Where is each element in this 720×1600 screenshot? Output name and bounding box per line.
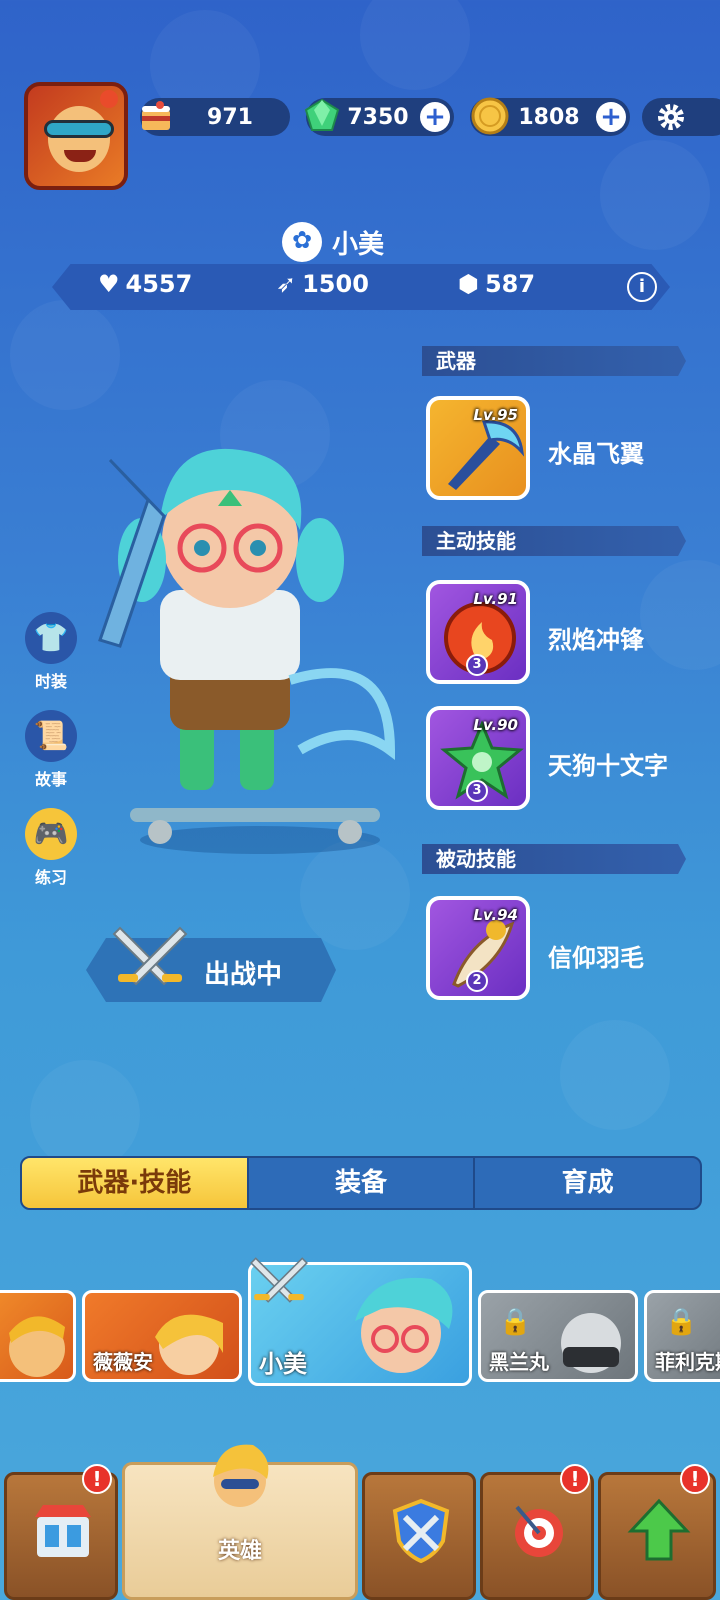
weapon-name: 水晶飞翼: [548, 440, 644, 468]
roster-hero-partial[interactable]: [0, 1290, 76, 1382]
info-icon[interactable]: i: [627, 272, 657, 302]
active-skill-2-name: 天狗十文字: [548, 752, 668, 780]
defense-stat: ⬢ 587: [458, 270, 535, 298]
active-skill-2-count: 3: [466, 780, 488, 802]
gem-icon: [304, 98, 340, 131]
passive-skill-section-header: 被动技能: [422, 844, 686, 874]
upgrade-alert-badge: !: [680, 1464, 710, 1494]
nav-heroes-label: 英雄: [218, 1539, 263, 1564]
hero-class-icon: [282, 222, 322, 262]
roster-hero-name: 黑兰丸: [489, 1350, 549, 1374]
hero-character-model: [98, 448, 396, 854]
shirt-icon: 👕: [25, 612, 77, 664]
upgrade-arrow-icon: [627, 1498, 691, 1561]
add-coins-button[interactable]: +: [596, 102, 626, 132]
player-avatar[interactable]: [24, 82, 128, 190]
defense-value: 587: [484, 270, 536, 298]
tab-weapon-skill[interactable]: 武器·技能: [22, 1158, 249, 1208]
tab-equipment[interactable]: 装备: [249, 1158, 476, 1208]
hp-value: 4557: [125, 270, 193, 298]
passive-skill-1-count: 2: [466, 970, 488, 992]
tab-training[interactable]: 育成: [475, 1158, 700, 1208]
coin-icon: [471, 97, 509, 135]
lock-icon: 🔒: [665, 1307, 698, 1337]
active-skill-1-level: Lv.91: [473, 590, 518, 608]
hero-title: 小美: [282, 222, 384, 262]
story-button[interactable]: 📜 故事: [24, 710, 78, 790]
shield-icon: ⬢: [458, 270, 479, 298]
cake-icon: [142, 101, 170, 130]
selected-swords-icon: [250, 1257, 308, 1303]
active-skill-1-count: 3: [466, 654, 488, 676]
crossed-swords-icon: [112, 926, 188, 986]
shop-alert-badge: !: [82, 1464, 112, 1494]
lock-icon: 🔒: [499, 1307, 532, 1337]
weapon-section-header: 武器: [422, 346, 686, 376]
hero-name: 小美: [332, 229, 385, 260]
nav-heroes-button[interactable]: [122, 1444, 358, 1600]
feather-icon: ➶: [276, 270, 297, 298]
practice-button[interactable]: 🎮 练习: [24, 808, 78, 888]
passive-skill-1-level: Lv.94: [473, 906, 518, 924]
story-label: 故事: [34, 770, 67, 789]
active-skill-card-2[interactable]: Lv.90 3: [426, 706, 530, 810]
practice-label: 练习: [34, 868, 67, 887]
attack-value: 1500: [302, 270, 369, 298]
book-icon: 📜: [25, 710, 77, 762]
add-gems-button[interactable]: +: [420, 102, 450, 132]
settings-button[interactable]: [642, 98, 720, 136]
roster-hero-felix-locked[interactable]: 🔒 菲利克斯: [644, 1290, 720, 1382]
passive-skill-card-1[interactable]: Lv.94 2: [426, 896, 530, 1000]
roster-hero-kuroranmaru-locked[interactable]: 🔒 黑兰丸: [478, 1290, 638, 1382]
weapon-card[interactable]: Lv.95: [426, 396, 530, 500]
hero-tabs: 武器·技能 装备 育成: [20, 1156, 702, 1210]
roster-hero-vivian[interactable]: 薇薇安: [82, 1290, 242, 1382]
hero-portrait: [9, 1316, 65, 1377]
active-skill-1-name: 烈焰冲锋: [548, 626, 644, 654]
fashion-label: 时装: [34, 672, 67, 691]
passive-skill-1-name: 信仰羽毛: [548, 944, 644, 972]
gear-icon: [658, 104, 684, 130]
active-skill-card-1[interactable]: Lv.91 3: [426, 580, 530, 684]
active-skill-section-header: 主动技能: [422, 526, 686, 556]
gamepad-icon: 🎮: [25, 808, 77, 860]
active-skill-2-level: Lv.90: [473, 716, 518, 734]
shield-swords-icon: [392, 1498, 450, 1564]
in-battle-label: 出战中: [204, 960, 283, 990]
weapon-level: Lv.95: [473, 406, 518, 424]
attack-stat: ➶ 1500: [276, 270, 369, 298]
roster-hero-name: 薇薇安: [93, 1350, 153, 1374]
roster-hero-name: 菲利克斯: [655, 1350, 720, 1374]
fashion-button[interactable]: 👕 时装: [24, 612, 78, 692]
nav-battle-button[interactable]: [362, 1472, 476, 1600]
target-icon: [515, 1505, 563, 1557]
shop-icon: [35, 1505, 91, 1557]
hero-nav-icon: [213, 1444, 269, 1507]
heart-icon: ♥: [98, 270, 120, 298]
roster-hero-name: 小美: [259, 1350, 307, 1378]
target-alert-badge: !: [560, 1464, 590, 1494]
hp-stat: ♥ 4557: [98, 270, 192, 298]
